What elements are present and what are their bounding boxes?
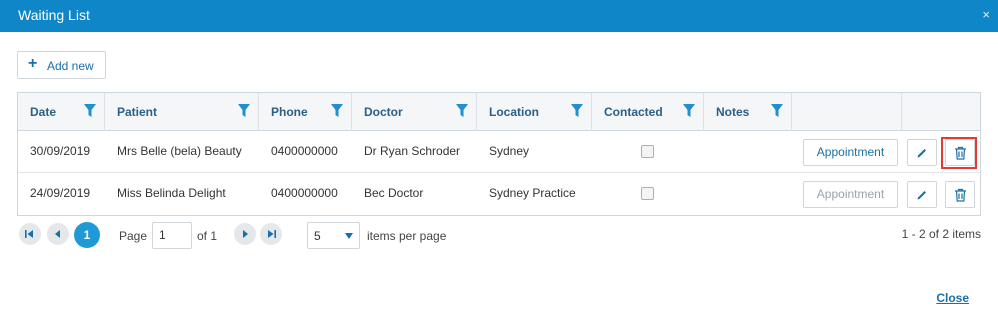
- column-header-label: Phone: [271, 105, 308, 119]
- table-row: 24/09/2019 Miss Belinda Delight 04000000…: [18, 173, 980, 215]
- cell-date: 24/09/2019: [30, 186, 91, 200]
- cell-phone: 0400000000: [271, 144, 338, 158]
- waiting-list-grid: Date Patient Phone Doctor Location Conta…: [17, 92, 981, 216]
- page-count-label: of 1: [197, 229, 218, 243]
- pencil-icon: [917, 191, 926, 200]
- dialog-title-bar: Waiting List ×: [0, 0, 998, 32]
- page-label: Page: [119, 229, 148, 243]
- page-size-label: items per page: [367, 229, 447, 243]
- pencil-icon: [917, 149, 926, 158]
- column-header-patient[interactable]: Patient: [105, 93, 259, 131]
- dialog-title: Waiting List: [18, 7, 90, 23]
- pager: 1 Page 1 of 1 5 items per page 1 - 2 of …: [17, 220, 981, 250]
- cell-doctor: Dr Ryan Schroder: [364, 144, 461, 158]
- pager-info: 1 - 2 of 2 items: [901, 227, 981, 241]
- filter-icon[interactable]: [456, 104, 468, 118]
- filter-icon[interactable]: [771, 104, 783, 118]
- column-header-label: Location: [489, 105, 539, 119]
- column-header-doctor[interactable]: Doctor: [352, 93, 477, 131]
- contacted-checkbox[interactable]: [641, 145, 654, 158]
- delete-highlight: [941, 137, 977, 169]
- column-header-label: Notes: [716, 105, 750, 119]
- add-new-button[interactable]: + Add new: [17, 51, 106, 79]
- page-input[interactable]: 1: [152, 222, 192, 249]
- cell-patient: Miss Belinda Delight: [117, 186, 226, 200]
- page-size-select[interactable]: 5: [307, 222, 360, 249]
- column-header-date[interactable]: Date: [18, 93, 105, 131]
- column-header-actions: [902, 93, 980, 131]
- first-page-icon: [25, 230, 33, 238]
- column-header-contacted[interactable]: Contacted: [592, 93, 704, 131]
- page-size-value: 5: [314, 229, 321, 243]
- column-header-label: Contacted: [604, 105, 663, 119]
- cell-notes: [704, 131, 792, 173]
- close-icon[interactable]: ×: [982, 7, 990, 22]
- filter-icon[interactable]: [683, 104, 695, 118]
- chevron-down-icon: [345, 233, 353, 239]
- column-header-location[interactable]: Location: [477, 93, 592, 131]
- cell-date: 30/09/2019: [30, 144, 91, 158]
- first-page-button[interactable]: [19, 223, 41, 245]
- cell-location: Sydney Practice: [489, 186, 576, 200]
- previous-page-icon: [55, 230, 60, 238]
- column-header-label: Date: [30, 105, 57, 119]
- next-page-button[interactable]: [234, 223, 256, 245]
- plus-icon: +: [28, 55, 38, 72]
- last-page-icon: [268, 230, 276, 238]
- filter-icon[interactable]: [84, 104, 96, 118]
- column-header-notes[interactable]: Notes: [704, 93, 792, 131]
- cell-phone: 0400000000: [271, 186, 338, 200]
- cell-doctor: Bec Doctor: [364, 186, 424, 200]
- table-row: 30/09/2019 Mrs Belle (bela) Beauty 04000…: [18, 131, 980, 173]
- contacted-checkbox[interactable]: [641, 187, 654, 200]
- column-header-appointment: [792, 93, 902, 131]
- cell-notes: [704, 173, 792, 215]
- previous-page-button[interactable]: [47, 223, 69, 245]
- cell-patient: Mrs Belle (bela) Beauty: [117, 144, 242, 158]
- trash-icon: [955, 188, 966, 202]
- column-header-phone[interactable]: Phone: [259, 93, 352, 131]
- filter-icon[interactable]: [331, 104, 343, 118]
- filter-icon[interactable]: [238, 104, 250, 118]
- delete-button[interactable]: [945, 181, 975, 208]
- appointment-button[interactable]: Appointment: [803, 181, 898, 208]
- last-page-button[interactable]: [260, 223, 282, 245]
- add-new-label: Add new: [47, 59, 94, 73]
- appointment-button[interactable]: Appointment: [803, 139, 898, 166]
- column-header-label: Doctor: [364, 105, 403, 119]
- next-page-icon: [243, 230, 248, 238]
- column-header-label: Patient: [117, 105, 158, 119]
- cell-location: Sydney: [489, 144, 530, 158]
- current-page-number[interactable]: 1: [74, 222, 100, 248]
- edit-button[interactable]: [907, 139, 937, 166]
- close-link[interactable]: Close: [936, 291, 969, 305]
- edit-button[interactable]: [907, 181, 937, 208]
- grid-header: Date Patient Phone Doctor Location Conta…: [18, 93, 980, 131]
- filter-icon[interactable]: [571, 104, 583, 118]
